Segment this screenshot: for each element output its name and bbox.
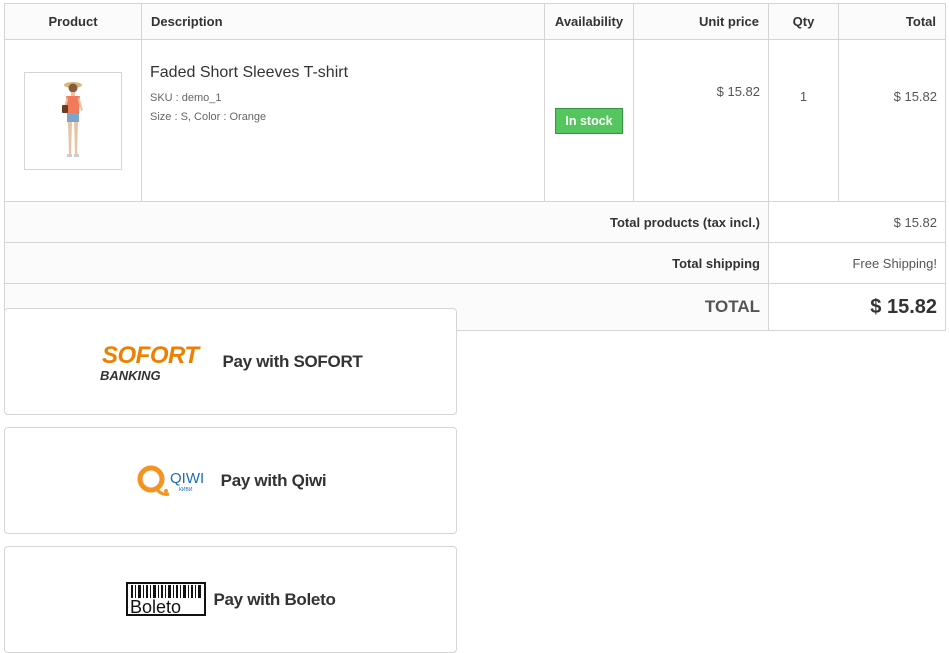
pay-sofort-button[interactable]: SOFORT BANKING Pay with SOFORT xyxy=(4,308,457,415)
line-total: $ 15.82 xyxy=(838,39,946,202)
svg-text:Boleto: Boleto xyxy=(130,597,181,617)
header-unit-price: Unit price xyxy=(633,3,769,40)
header-total: Total xyxy=(838,3,946,40)
total-products-label: Total products (tax incl.) xyxy=(4,201,769,243)
product-thumbnail[interactable] xyxy=(24,71,122,170)
product-name[interactable]: Faded Short Sleeves T-shirt xyxy=(150,64,536,82)
total-shipping-label: Total shipping xyxy=(4,242,769,284)
pay-boleto-label: Pay with Boleto xyxy=(213,589,336,609)
sofort-logo-icon: SOFORT BANKING xyxy=(98,341,216,383)
table-row: Faded Short Sleeves T-shirt SKU : demo_1… xyxy=(4,39,946,202)
pay-boleto-button[interactable]: Boleto Pay with Boleto xyxy=(4,546,457,653)
total-products-row: Total products (tax incl.) $ 15.82 xyxy=(4,201,946,243)
grand-total-value: $ 15.82 xyxy=(768,283,946,331)
header-availability: Availability xyxy=(544,3,634,40)
header-product: Product xyxy=(4,3,142,40)
header-description: Description xyxy=(141,3,545,40)
description-cell: Faded Short Sleeves T-shirt SKU : demo_1… xyxy=(141,39,545,202)
svg-text:SOFORT: SOFORT xyxy=(102,342,201,369)
product-image-cell xyxy=(4,39,142,202)
qiwi-logo-icon: QIWI КИВИ xyxy=(135,460,215,502)
svg-text:BANKING: BANKING xyxy=(100,368,161,383)
availability-cell: In stock xyxy=(544,39,634,202)
quantity: 1 xyxy=(768,39,839,202)
svg-text:КИВИ: КИВИ xyxy=(179,487,193,493)
product-photo-icon xyxy=(62,81,83,157)
total-shipping-row: Total shipping Free Shipping! xyxy=(4,242,946,284)
total-shipping-value: Free Shipping! xyxy=(768,242,946,284)
product-sku: SKU : demo_1 xyxy=(150,92,222,104)
in-stock-badge: In stock xyxy=(555,107,623,134)
total-products-value: $ 15.82 xyxy=(768,201,946,243)
pay-sofort-label: Pay with SOFORT xyxy=(222,351,363,371)
pay-qiwi-button[interactable]: QIWI КИВИ Pay with Qiwi xyxy=(4,427,457,534)
pay-qiwi-label: Pay with Qiwi xyxy=(220,470,327,490)
unit-price: $ 15.82 xyxy=(633,39,769,202)
svg-text:QIWI: QIWI xyxy=(170,470,204,487)
product-attributes[interactable]: Size : S, Color : Orange xyxy=(150,108,536,127)
table-header-row: Product Description Availability Unit pr… xyxy=(4,3,946,40)
cart-summary-table: Product Description Availability Unit pr… xyxy=(4,3,946,331)
boleto-logo-icon: Boleto xyxy=(125,579,207,621)
header-qty: Qty xyxy=(768,3,839,40)
